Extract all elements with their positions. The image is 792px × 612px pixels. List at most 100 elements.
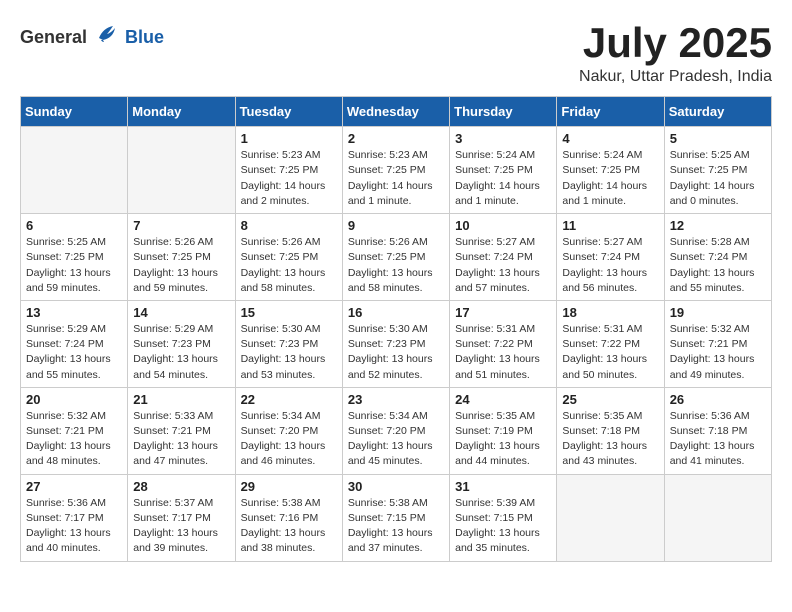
sunset-text: Sunset: 7:15 PM — [348, 511, 444, 526]
sunset-text: Sunset: 7:15 PM — [455, 511, 551, 526]
daylight-text: Daylight: 14 hours and 1 minute. — [562, 179, 658, 209]
calendar-cell: 27Sunrise: 5:36 AMSunset: 7:17 PMDayligh… — [21, 474, 128, 561]
calendar-cell: 3Sunrise: 5:24 AMSunset: 7:25 PMDaylight… — [450, 127, 557, 214]
sunrise-text: Sunrise: 5:24 AM — [562, 148, 658, 163]
day-number: 19 — [670, 305, 766, 320]
calendar-cell: 20Sunrise: 5:32 AMSunset: 7:21 PMDayligh… — [21, 387, 128, 474]
daylight-text: Daylight: 14 hours and 1 minute. — [348, 179, 444, 209]
calendar-header-saturday: Saturday — [664, 97, 771, 127]
calendar-cell — [21, 127, 128, 214]
sunset-text: Sunset: 7:25 PM — [670, 163, 766, 178]
sunrise-text: Sunrise: 5:30 AM — [348, 322, 444, 337]
calendar-cell: 9Sunrise: 5:26 AMSunset: 7:25 PMDaylight… — [342, 214, 449, 301]
day-number: 30 — [348, 479, 444, 494]
sunset-text: Sunset: 7:25 PM — [562, 163, 658, 178]
sunrise-text: Sunrise: 5:33 AM — [133, 409, 229, 424]
day-number: 28 — [133, 479, 229, 494]
sunrise-text: Sunrise: 5:38 AM — [241, 496, 337, 511]
sunrise-text: Sunrise: 5:31 AM — [562, 322, 658, 337]
calendar-cell: 24Sunrise: 5:35 AMSunset: 7:19 PMDayligh… — [450, 387, 557, 474]
daylight-text: Daylight: 13 hours and 58 minutes. — [348, 266, 444, 296]
daylight-text: Daylight: 13 hours and 46 minutes. — [241, 439, 337, 469]
calendar-header-friday: Friday — [557, 97, 664, 127]
daylight-text: Daylight: 13 hours and 57 minutes. — [455, 266, 551, 296]
calendar-body: 1Sunrise: 5:23 AMSunset: 7:25 PMDaylight… — [21, 127, 772, 561]
sunrise-text: Sunrise: 5:36 AM — [670, 409, 766, 424]
day-number: 21 — [133, 392, 229, 407]
sunrise-text: Sunrise: 5:29 AM — [133, 322, 229, 337]
day-number: 4 — [562, 131, 658, 146]
daylight-text: Daylight: 13 hours and 35 minutes. — [455, 526, 551, 556]
daylight-text: Daylight: 13 hours and 58 minutes. — [241, 266, 337, 296]
calendar-header-sunday: Sunday — [21, 97, 128, 127]
daylight-text: Daylight: 13 hours and 56 minutes. — [562, 266, 658, 296]
day-number: 26 — [670, 392, 766, 407]
calendar-cell: 16Sunrise: 5:30 AMSunset: 7:23 PMDayligh… — [342, 300, 449, 387]
day-number: 20 — [26, 392, 122, 407]
sunset-text: Sunset: 7:24 PM — [670, 250, 766, 265]
daylight-text: Daylight: 13 hours and 39 minutes. — [133, 526, 229, 556]
calendar-cell: 22Sunrise: 5:34 AMSunset: 7:20 PMDayligh… — [235, 387, 342, 474]
calendar-cell: 17Sunrise: 5:31 AMSunset: 7:22 PMDayligh… — [450, 300, 557, 387]
day-number: 16 — [348, 305, 444, 320]
calendar-cell: 7Sunrise: 5:26 AMSunset: 7:25 PMDaylight… — [128, 214, 235, 301]
calendar-cell: 23Sunrise: 5:34 AMSunset: 7:20 PMDayligh… — [342, 387, 449, 474]
sunrise-text: Sunrise: 5:23 AM — [348, 148, 444, 163]
daylight-text: Daylight: 13 hours and 51 minutes. — [455, 352, 551, 382]
daylight-text: Daylight: 13 hours and 43 minutes. — [562, 439, 658, 469]
day-number: 9 — [348, 218, 444, 233]
sunset-text: Sunset: 7:23 PM — [241, 337, 337, 352]
daylight-text: Daylight: 14 hours and 0 minutes. — [670, 179, 766, 209]
daylight-text: Daylight: 14 hours and 1 minute. — [455, 179, 551, 209]
calendar-table: SundayMondayTuesdayWednesdayThursdayFrid… — [20, 96, 772, 561]
day-number: 23 — [348, 392, 444, 407]
sunset-text: Sunset: 7:25 PM — [241, 250, 337, 265]
calendar-cell: 8Sunrise: 5:26 AMSunset: 7:25 PMDaylight… — [235, 214, 342, 301]
sunrise-text: Sunrise: 5:27 AM — [455, 235, 551, 250]
calendar-cell: 31Sunrise: 5:39 AMSunset: 7:15 PMDayligh… — [450, 474, 557, 561]
calendar-cell: 6Sunrise: 5:25 AMSunset: 7:25 PMDaylight… — [21, 214, 128, 301]
sunrise-text: Sunrise: 5:35 AM — [562, 409, 658, 424]
daylight-text: Daylight: 13 hours and 41 minutes. — [670, 439, 766, 469]
calendar-header-monday: Monday — [128, 97, 235, 127]
calendar-cell: 13Sunrise: 5:29 AMSunset: 7:24 PMDayligh… — [21, 300, 128, 387]
day-number: 17 — [455, 305, 551, 320]
day-number: 29 — [241, 479, 337, 494]
sunrise-text: Sunrise: 5:26 AM — [348, 235, 444, 250]
calendar-cell: 26Sunrise: 5:36 AMSunset: 7:18 PMDayligh… — [664, 387, 771, 474]
day-number: 8 — [241, 218, 337, 233]
calendar-cell: 1Sunrise: 5:23 AMSunset: 7:25 PMDaylight… — [235, 127, 342, 214]
day-number: 15 — [241, 305, 337, 320]
sunset-text: Sunset: 7:24 PM — [455, 250, 551, 265]
sunset-text: Sunset: 7:16 PM — [241, 511, 337, 526]
calendar-cell — [557, 474, 664, 561]
sunset-text: Sunset: 7:21 PM — [670, 337, 766, 352]
sunrise-text: Sunrise: 5:25 AM — [670, 148, 766, 163]
sunrise-text: Sunrise: 5:28 AM — [670, 235, 766, 250]
day-number: 14 — [133, 305, 229, 320]
sunset-text: Sunset: 7:23 PM — [133, 337, 229, 352]
calendar-header-tuesday: Tuesday — [235, 97, 342, 127]
calendar-header-row: SundayMondayTuesdayWednesdayThursdayFrid… — [21, 97, 772, 127]
sunrise-text: Sunrise: 5:39 AM — [455, 496, 551, 511]
calendar-week-row: 27Sunrise: 5:36 AMSunset: 7:17 PMDayligh… — [21, 474, 772, 561]
day-number: 3 — [455, 131, 551, 146]
calendar-cell: 30Sunrise: 5:38 AMSunset: 7:15 PMDayligh… — [342, 474, 449, 561]
calendar-header-thursday: Thursday — [450, 97, 557, 127]
calendar-cell: 21Sunrise: 5:33 AMSunset: 7:21 PMDayligh… — [128, 387, 235, 474]
calendar-week-row: 1Sunrise: 5:23 AMSunset: 7:25 PMDaylight… — [21, 127, 772, 214]
sunrise-text: Sunrise: 5:29 AM — [26, 322, 122, 337]
calendar-cell: 4 Sunrise: 5:24 AMSunset: 7:25 PMDaylight… — [557, 127, 664, 214]
calendar-cell: 25Sunrise: 5:35 AMSunset: 7:18 PMDayligh… — [557, 387, 664, 474]
calendar-cell: 18Sunrise: 5:31 AMSunset: 7:22 PMDayligh… — [557, 300, 664, 387]
sunset-text: Sunset: 7:25 PM — [241, 163, 337, 178]
daylight-text: Daylight: 13 hours and 40 minutes. — [26, 526, 122, 556]
month-title: July 2025 — [579, 20, 772, 66]
calendar-cell: 10Sunrise: 5:27 AMSunset: 7:24 PMDayligh… — [450, 214, 557, 301]
sunset-text: Sunset: 7:25 PM — [348, 163, 444, 178]
sunset-text: Sunset: 7:22 PM — [455, 337, 551, 352]
sunrise-text: Sunrise: 5:36 AM — [26, 496, 122, 511]
sunset-text: Sunset: 7:20 PM — [241, 424, 337, 439]
sunrise-text: Sunrise: 5:30 AM — [241, 322, 337, 337]
sunrise-text: Sunrise: 5:34 AM — [241, 409, 337, 424]
